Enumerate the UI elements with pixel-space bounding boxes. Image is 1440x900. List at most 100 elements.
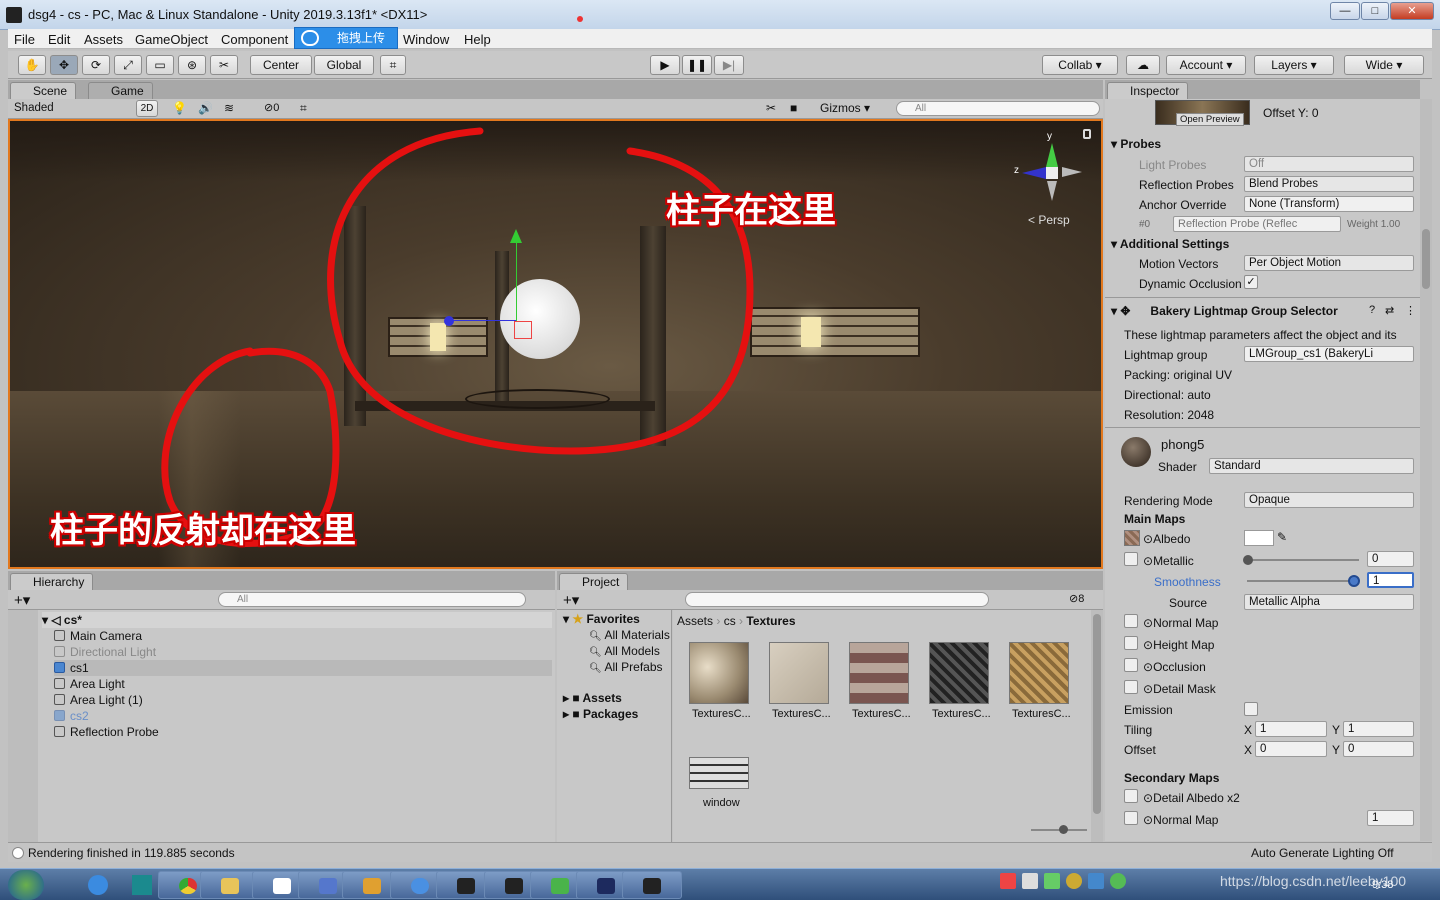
- inspector-scrollbar[interactable]: [1420, 99, 1432, 841]
- metallic-slider-knob[interactable]: [1243, 555, 1253, 565]
- project-create-button[interactable]: +▾: [563, 591, 579, 609]
- tab-project[interactable]: Project: [559, 573, 629, 591]
- breadcrumb-assets[interactable]: Assets: [677, 614, 713, 628]
- open-preview-button[interactable]: Open Preview: [1176, 113, 1244, 126]
- occlusion-slot[interactable]: [1124, 658, 1138, 672]
- menu-window[interactable]: Window: [403, 32, 449, 47]
- tray-icon[interactable]: [1000, 873, 1016, 889]
- breadcrumb-textures[interactable]: Textures: [746, 614, 795, 628]
- detail-albedo-slot[interactable]: [1124, 789, 1138, 803]
- ie-icon[interactable]: [88, 875, 108, 895]
- tab-scene[interactable]: Scene: [10, 82, 77, 100]
- audio-toggle-icon[interactable]: 🔊: [198, 101, 213, 115]
- tiling-x-field[interactable]: 1: [1255, 721, 1327, 737]
- asset-tile[interactable]: TexturesC...: [929, 642, 995, 728]
- project-scrollbar[interactable]: [1091, 610, 1103, 842]
- play-button[interactable]: ▶: [650, 55, 680, 75]
- gizmo-center-cube[interactable]: [1046, 167, 1058, 179]
- taskbar-clock[interactable]: 9:38: [1372, 879, 1393, 891]
- tray-icon[interactable]: [1110, 873, 1126, 889]
- gizmo-y-cone[interactable]: [1046, 143, 1058, 167]
- tab-inspector[interactable]: Inspector: [1107, 82, 1189, 100]
- status-message[interactable]: Rendering finished in 119.885 seconds: [28, 846, 235, 860]
- height-map-slot[interactable]: [1124, 636, 1138, 650]
- bakery-section[interactable]: ▾ ✥ Bakery Lightmap Group Selector: [1111, 304, 1338, 318]
- grid-snap-button[interactable]: ⌗: [380, 55, 406, 75]
- taskbar-unity3[interactable]: [622, 871, 682, 899]
- 2d-toggle[interactable]: 2D: [136, 100, 158, 117]
- tab-game[interactable]: Game: [88, 82, 153, 100]
- hierarchy-create-button[interactable]: +▾: [14, 591, 30, 609]
- tab-hierarchy[interactable]: Hierarchy: [10, 573, 94, 591]
- project-search-input[interactable]: [685, 592, 989, 607]
- persp-label[interactable]: < Persp: [1028, 213, 1070, 227]
- tray-icon[interactable]: [1088, 873, 1104, 889]
- shader-dropdown[interactable]: Standard: [1209, 458, 1414, 474]
- hierarchy-item[interactable]: Area Light: [54, 676, 552, 692]
- normal-map2-slot[interactable]: [1124, 811, 1138, 825]
- hierarchy-item[interactable]: cs1: [54, 660, 552, 676]
- hidden-count[interactable]: ⊘0: [264, 101, 279, 114]
- anchor-override-field[interactable]: None (Transform): [1244, 196, 1414, 212]
- normal-map2-scale-field[interactable]: 1: [1367, 810, 1414, 826]
- gizmos-dropdown[interactable]: Gizmos ▾: [820, 101, 870, 115]
- light-probes-dropdown[interactable]: Off: [1244, 156, 1414, 172]
- move-tool-button[interactable]: ✥: [50, 55, 78, 75]
- layers-dropdown[interactable]: Layers ▾: [1254, 55, 1334, 75]
- breadcrumb-cs[interactable]: cs: [724, 614, 736, 628]
- favorites-item[interactable]: 🔍︎ All Materials: [589, 628, 671, 642]
- hierarchy-item[interactable]: Area Light (1): [54, 692, 552, 708]
- albedo-color-swatch[interactable]: [1244, 530, 1274, 546]
- start-button[interactable]: [8, 870, 44, 900]
- asset-tile[interactable]: window: [689, 749, 755, 835]
- tree-assets[interactable]: ▸ ■ Assets: [563, 691, 622, 705]
- camera-icon[interactable]: ■: [790, 101, 797, 115]
- scene-search-input[interactable]: All: [896, 101, 1100, 116]
- transform-tool-button[interactable]: ⊛: [178, 55, 206, 75]
- menu-component[interactable]: Component: [221, 32, 288, 47]
- rendering-mode-dropdown[interactable]: Opaque: [1244, 492, 1414, 508]
- metallic-slider[interactable]: [1247, 559, 1359, 561]
- motion-vectors-dropdown[interactable]: Per Object Motion: [1244, 255, 1414, 271]
- normal-map-slot[interactable]: [1124, 614, 1138, 628]
- context-menu-icon[interactable]: ⋮: [1405, 304, 1416, 317]
- scene-lock-icon[interactable]: [1083, 129, 1091, 139]
- asset-tile[interactable]: TexturesC...: [689, 642, 755, 728]
- hierarchy-item[interactable]: Directional Light: [54, 644, 552, 660]
- smoothness-value-field[interactable]: 1: [1367, 572, 1414, 588]
- lightmap-group-field[interactable]: LMGroup_cs1 (BakeryLi: [1244, 346, 1414, 362]
- eyedropper-icon[interactable]: ✎: [1277, 530, 1287, 544]
- baidu-upload-button[interactable]: 拖拽上传: [294, 27, 398, 49]
- albedo-texture-slot[interactable]: [1124, 530, 1140, 546]
- favorites-item[interactable]: 🔍︎ All Prefabs: [589, 660, 671, 674]
- gizmo-x-cone[interactable]: [1062, 167, 1082, 177]
- detail-mask-slot[interactable]: [1124, 680, 1138, 694]
- maximize-button[interactable]: □: [1361, 2, 1389, 20]
- hierarchy-item[interactable]: cs2: [54, 708, 552, 724]
- close-button[interactable]: ✕: [1390, 2, 1434, 20]
- cloud-button[interactable]: ☁: [1126, 55, 1160, 75]
- thumbnail-size-knob[interactable]: [1059, 825, 1068, 834]
- tiling-y-field[interactable]: 1: [1343, 721, 1414, 737]
- gizmo-neg-y-cone[interactable]: [1047, 181, 1057, 201]
- dynamic-occlusion-checkbox[interactable]: ✓: [1244, 275, 1258, 289]
- hierarchy-scene-row[interactable]: ▾ ◁ cs*: [42, 612, 552, 628]
- collab-dropdown[interactable]: Collab ▾: [1042, 55, 1118, 75]
- menu-file[interactable]: File: [14, 32, 35, 47]
- menu-help[interactable]: Help: [464, 32, 491, 47]
- additional-settings-section[interactable]: ▾ Additional Settings: [1111, 237, 1229, 251]
- smoothness-slider[interactable]: [1247, 580, 1359, 582]
- scale-tool-button[interactable]: ⤢: [114, 55, 142, 75]
- custom-tool-button[interactable]: ✂: [210, 55, 238, 75]
- menu-gameobject[interactable]: GameObject: [135, 32, 208, 47]
- app-icon[interactable]: [132, 875, 152, 895]
- minimize-button[interactable]: —: [1330, 2, 1360, 20]
- help-icon[interactable]: ?: [1369, 304, 1375, 316]
- asset-tile[interactable]: TexturesC...: [849, 642, 915, 728]
- hierarchy-item[interactable]: Reflection Probe: [54, 724, 552, 740]
- effects-toggle-icon[interactable]: ≋: [224, 101, 234, 115]
- lighting-toggle-icon[interactable]: 💡: [172, 101, 187, 115]
- metallic-value-field[interactable]: 0: [1367, 551, 1414, 567]
- smoothness-slider-knob[interactable]: [1348, 575, 1360, 587]
- grid-toggle-icon[interactable]: ⌗: [300, 101, 307, 116]
